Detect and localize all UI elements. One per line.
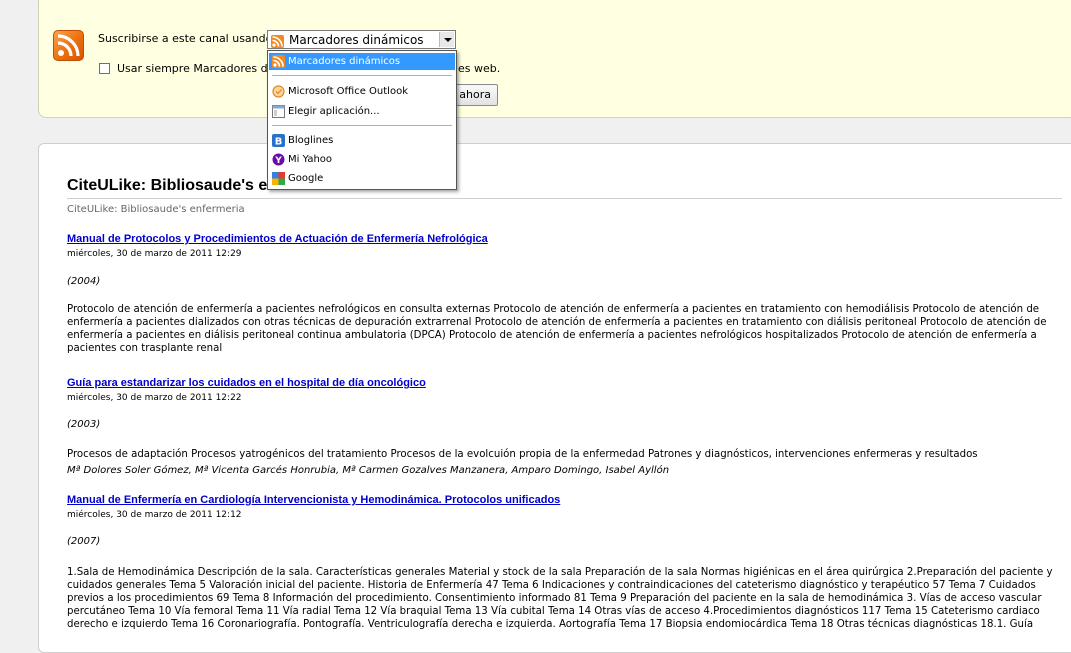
select-value: Marcadores dinámicos: [289, 33, 424, 47]
subscribe-now-button[interactable]: ahora: [452, 84, 498, 106]
bloglines-icon: B: [272, 134, 285, 148]
dropdown-separator: [272, 125, 452, 126]
item-title-link[interactable]: Manual de Protocolos y Procedimientos de…: [67, 233, 488, 245]
dropdown-option-my-yahoo[interactable]: Y Mi Yahoo: [269, 151, 455, 168]
item-year: (2004): [67, 276, 101, 287]
item-date: miércoles, 30 de marzo de 2011 12:22: [67, 393, 242, 403]
reader-dropdown-list: Marcadores dinámicos Microsoft Office Ou…: [267, 50, 457, 190]
dropdown-option-outlook[interactable]: Microsoft Office Outlook: [269, 83, 455, 100]
always-use-label: Usar siempre Marcadores di: [117, 62, 271, 75]
yahoo-icon: Y: [272, 153, 285, 166]
feed-subtitle: CiteULike: Bibliosaude's enfermeria: [67, 204, 245, 215]
dropdown-option-live-bookmarks[interactable]: Marcadores dinámicos: [269, 53, 455, 70]
dropdown-option-google[interactable]: Google: [269, 170, 455, 187]
dropdown-option-label: Google: [288, 173, 324, 184]
outlook-icon: [272, 85, 285, 98]
dropdown-option-label: Mi Yahoo: [288, 154, 333, 165]
svg-text:Y: Y: [274, 156, 282, 166]
chevron-down-icon[interactable]: [439, 32, 454, 47]
item-date: miércoles, 30 de marzo de 2011 12:29: [67, 249, 242, 259]
item-year: (2007): [67, 536, 101, 547]
subscribe-label: Suscribirse a este canal usando: [98, 32, 273, 45]
subscribe-panel: [38, 0, 1071, 118]
dropdown-option-label: Bloglines: [288, 135, 334, 146]
item-title-link[interactable]: Manual de Enfermería en Cardiología Inte…: [67, 494, 560, 506]
item-title-link[interactable]: Guía para estandarizar los cuidados en e…: [67, 377, 426, 389]
item-description: Protocolo de atención de enfermería a pa…: [67, 304, 1047, 354]
item-date: miércoles, 30 de marzo de 2011 12:12: [67, 510, 242, 520]
dropdown-separator: [272, 75, 452, 76]
title-divider: [67, 198, 1062, 199]
google-icon: [272, 172, 285, 185]
rss-feed-icon: [53, 30, 84, 61]
always-use-label-suffix: es web.: [458, 62, 501, 75]
rss-icon: [272, 55, 285, 68]
item-authors: Mª Dolores Soler Gómez, Mª Vicenta Garcé…: [67, 465, 670, 476]
item-year: (2003): [67, 419, 101, 430]
dropdown-option-choose-app[interactable]: Elegir aplicación...: [269, 103, 455, 120]
always-use-checkbox[interactable]: [99, 63, 110, 74]
application-icon: [272, 105, 285, 118]
svg-text:B: B: [275, 137, 283, 148]
item-description: Procesos de adaptación Procesos yatrogén…: [67, 449, 978, 460]
item-description: 1.Sala de Hemodinámica Descripción de la…: [67, 567, 1053, 630]
dropdown-option-label: Elegir aplicación...: [288, 106, 380, 117]
dropdown-option-label: Marcadores dinámicos: [288, 56, 401, 67]
reader-select[interactable]: Marcadores dinámicos: [267, 30, 456, 49]
dropdown-option-label: Microsoft Office Outlook: [288, 86, 408, 97]
dropdown-option-bloglines[interactable]: B Bloglines: [269, 132, 455, 149]
